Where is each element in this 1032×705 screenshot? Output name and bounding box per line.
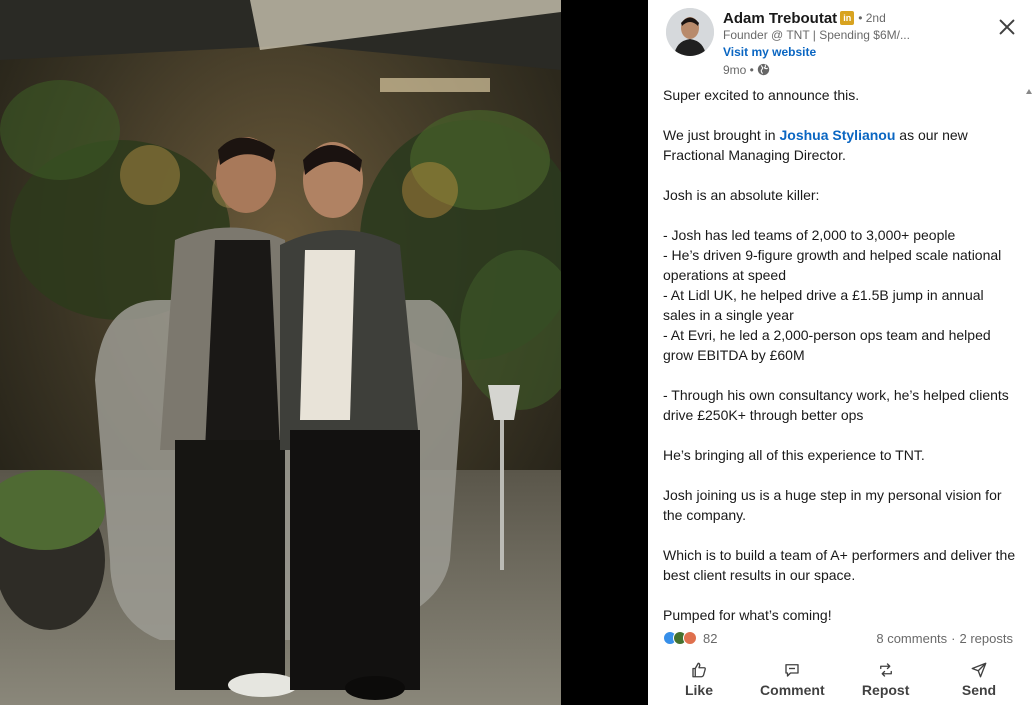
like-label: Like [684,681,713,698]
post-time: 9mo • [723,62,754,77]
bullet-item: - Josh has led teams of 2,000 to 3,000+ … [663,227,956,243]
avatar[interactable] [666,8,714,56]
send-label: Send [961,681,997,698]
close-icon [999,19,1015,35]
post-line: Josh is an absolute killer: [663,187,820,203]
visit-website-link[interactable]: Visit my website [723,44,816,60]
post-photo[interactable] [0,0,561,705]
globe-icon [757,63,770,76]
mention-link[interactable]: Joshua Stylianou [779,127,895,143]
scrollbar-arrow-icon[interactable] [1026,88,1032,98]
action-bar: Like Comment Repost Send [654,655,1024,703]
reposts-count-link[interactable]: 2 reposts [960,631,1013,646]
author-headline: Founder @ TNT | Spending $6M/... [723,28,910,42]
post-meta: 9mo • [723,61,983,78]
social-counts: 82 8 comments · 2 reposts [663,628,1013,648]
post-panel: Adam Treboutat in • 2nd Founder @ TNT | … [648,0,1032,705]
post-line: Which is to build a team of A+ performer… [663,547,1016,583]
comment-label: Comment [760,681,825,698]
repost-label: Repost [861,681,910,698]
comments-count-link[interactable]: 8 comments [876,631,947,646]
connection-degree: • 2nd [858,11,886,25]
repost-icon [879,662,892,677]
bullet-item: - At Evri, he led a 2,000-person ops tea… [663,327,991,363]
repost-button[interactable]: Repost [841,655,931,703]
reaction-count: 82 [703,630,718,646]
counts-separator: · [951,630,956,646]
post-line: Super excited to announce this. [663,87,860,103]
author-name[interactable]: Adam Treboutat [723,10,837,27]
reaction-icons [663,631,697,645]
comment-button[interactable]: Comment [747,655,837,703]
post-line: Pumped for what’s coming! [663,607,832,623]
post-line-intro: We just brought in Joshua Stylianou as o… [663,125,1018,165]
photo-image [0,0,561,705]
bullet-item: - At Lidl UK, he helped drive a £1.5B ju… [663,287,984,323]
like-icon [692,662,706,677]
comment-icon [785,663,800,677]
post-line: Josh joining us is a huge step in my per… [663,487,1002,523]
bullet-item: - He’s driven 9-figure growth and helped… [663,247,1002,283]
bullet-item: - Through his own consultancy work, he’s… [663,387,1009,423]
intro-text-before: We just brought in [663,127,780,143]
love-reaction-icon [683,631,697,645]
send-icon [971,662,987,677]
photo-letterbox [561,0,648,705]
comments-reposts: 8 comments · 2 reposts [876,631,1013,646]
post-text: Super excited to announce this. We just … [663,85,1018,625]
reactions-summary[interactable]: 82 [663,631,717,646]
post-line: He’s bringing all of this experience to … [663,447,925,463]
like-button[interactable]: Like [654,655,744,703]
close-button[interactable] [994,14,1020,40]
author-info: Adam Treboutat in • 2nd Founder @ TNT | … [723,8,983,78]
avatar-image [666,8,714,56]
post-header: Adam Treboutat in • 2nd Founder @ TNT | … [666,8,1006,78]
premium-badge-icon: in [840,11,855,25]
send-button[interactable]: Send [934,655,1024,703]
